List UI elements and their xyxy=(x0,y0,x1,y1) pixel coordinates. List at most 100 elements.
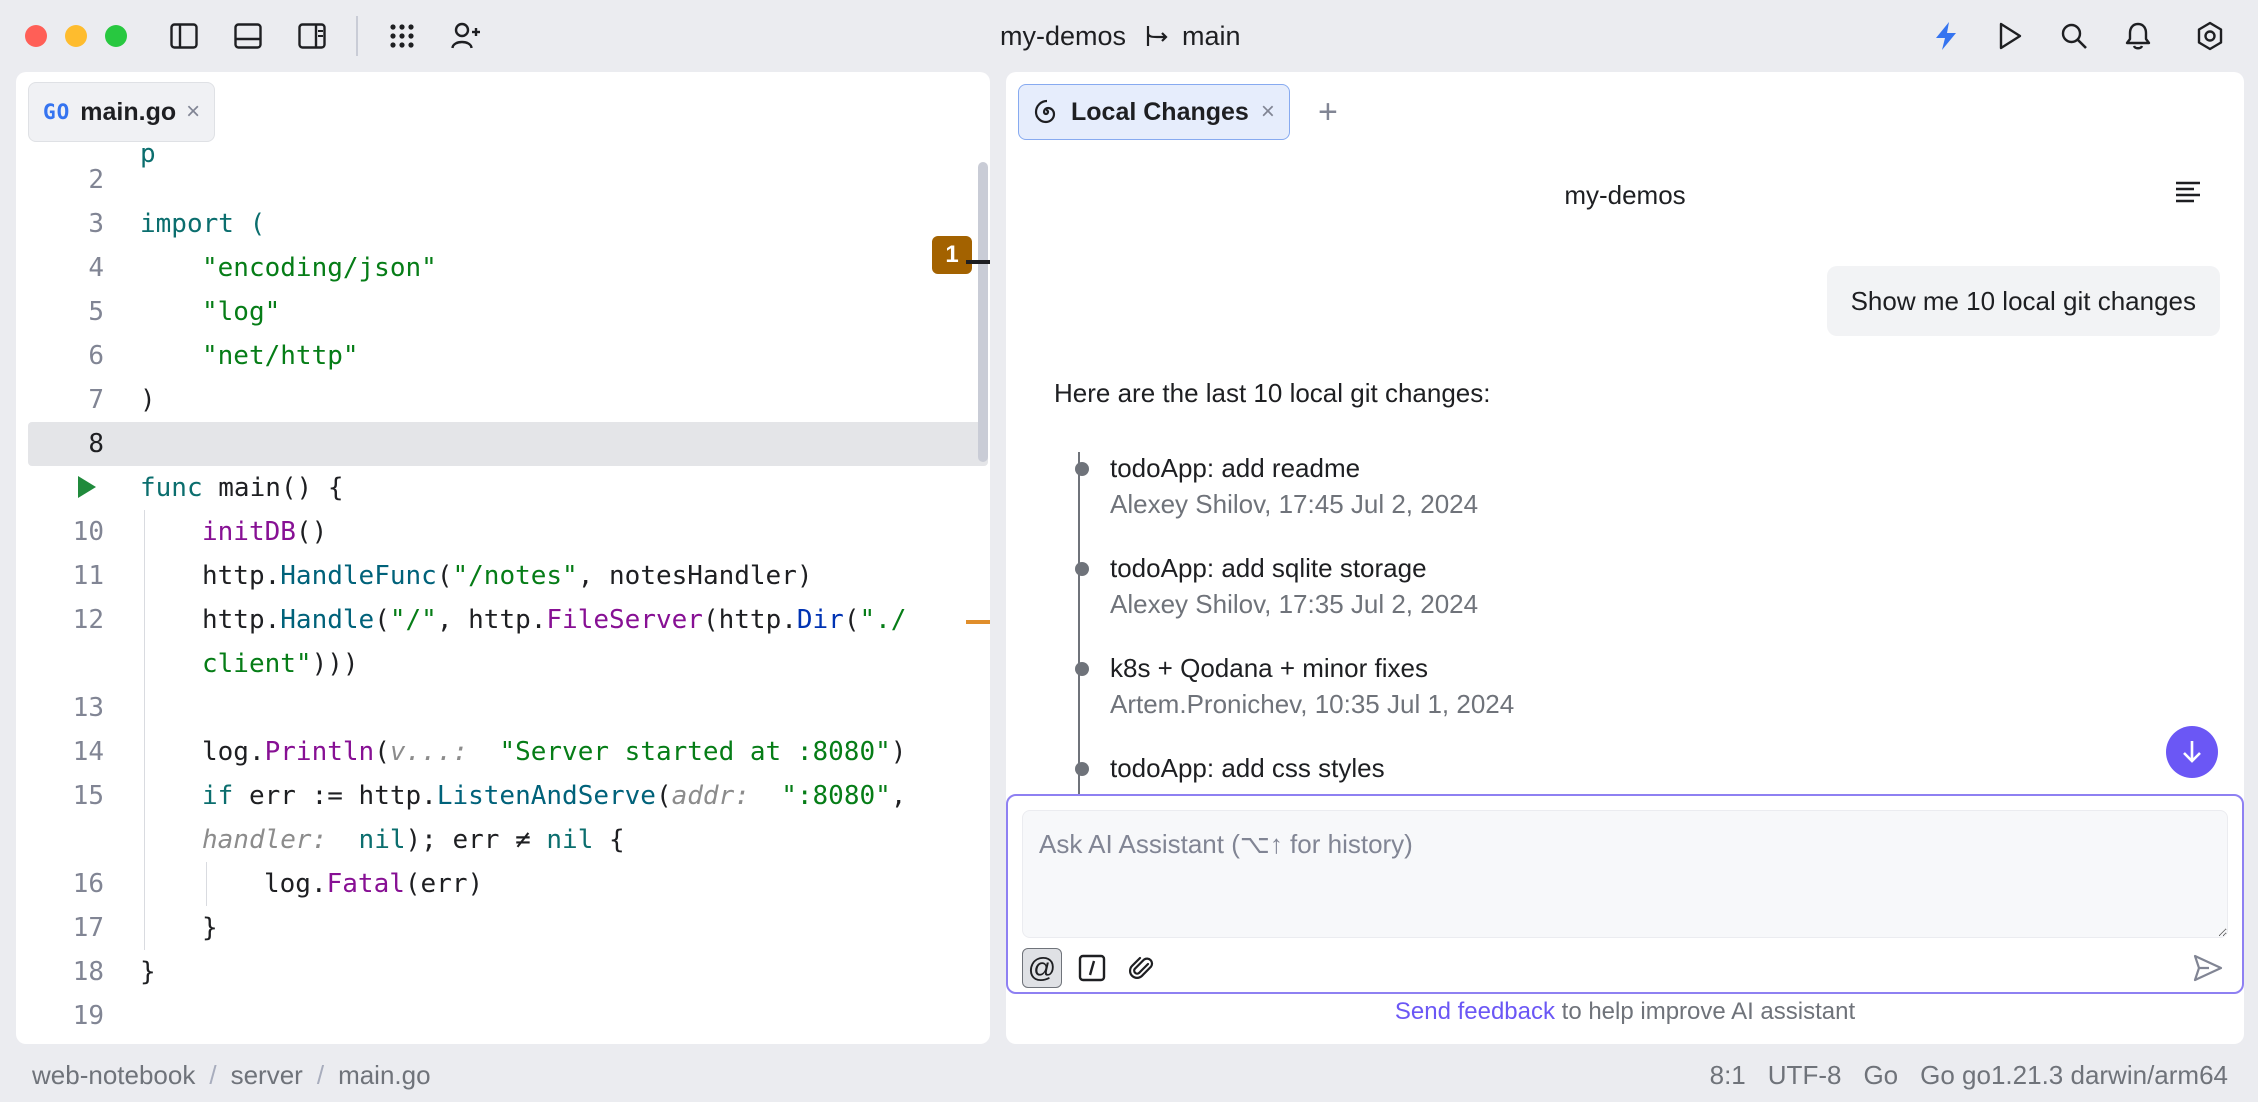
toolbar-separator xyxy=(356,16,358,56)
search-icon[interactable] xyxy=(2056,18,2092,54)
lightning-icon[interactable] xyxy=(1928,18,1964,54)
branch-widget[interactable]: main xyxy=(1144,21,1241,52)
commit-dot xyxy=(1075,762,1089,776)
assistant-reply: Here are the last 10 local git changes: xyxy=(1054,378,1491,408)
code-text: http.Handle("/", http.FileServer(http.Di… xyxy=(202,605,907,635)
caret-position[interactable]: 8:1 xyxy=(1710,1060,1746,1091)
ai-prompt-input[interactable] xyxy=(1023,811,2227,937)
commit-dot xyxy=(1075,562,1089,576)
commit-item[interactable]: todoApp: add css styles xyxy=(1075,750,1385,786)
code-text: initDB() xyxy=(202,517,328,547)
run-gutter-icon[interactable] xyxy=(78,476,96,498)
add-user-icon[interactable] xyxy=(448,18,484,54)
go-file-icon: GO xyxy=(43,100,71,124)
sidebar-left-icon[interactable] xyxy=(166,18,202,54)
status-bar: web-notebook / server / main.go 8:1 UTF-… xyxy=(0,1054,2258,1096)
send-feedback-link[interactable]: Send feedback xyxy=(1395,998,1555,1025)
mention-button[interactable]: @ xyxy=(1022,948,1062,988)
commit-timeline xyxy=(1078,452,1080,852)
commit-item[interactable]: todoApp: add readme Alexey Shilov, 17:45… xyxy=(1075,450,1479,522)
line-number: 2 xyxy=(88,165,104,195)
settings-icon[interactable] xyxy=(2192,18,2228,54)
user-message: Show me 10 local git changes xyxy=(1826,266,2220,336)
editor-tab-label: main.go xyxy=(80,97,177,126)
commit-message: todoApp: add readme xyxy=(1110,453,1361,483)
close-tab-icon[interactable]: × xyxy=(186,98,200,126)
code-text: handler: nil); err ≠ nil { xyxy=(202,825,625,855)
go-sdk-version[interactable]: Go go1.21.3 darwin/arm64 xyxy=(1920,1060,2228,1091)
breadcrumb-item[interactable]: server xyxy=(231,1060,303,1091)
apps-grid-icon[interactable] xyxy=(384,18,420,54)
project-name[interactable]: my-demos xyxy=(1000,21,1126,52)
code-line-wrapped: handler: nil); err ≠ nil { xyxy=(16,818,978,862)
indent-guide xyxy=(206,862,207,906)
commit-meta: Artem.Pronichev, 10:35 Jul 1, 2024 xyxy=(1110,689,1515,719)
tab-label: Local Changes xyxy=(1071,97,1249,126)
line-number: 14 xyxy=(72,737,104,767)
close-window-button[interactable] xyxy=(25,25,47,47)
paperclip-icon xyxy=(1129,956,1154,979)
run-icon[interactable] xyxy=(1992,18,2028,54)
code-line: 16 log.Fatal(err) xyxy=(16,862,978,906)
commit-dot xyxy=(1075,462,1089,476)
tab-local-changes[interactable]: Local Changes × xyxy=(1018,84,1290,140)
title-bar: my-demos main xyxy=(0,0,2258,72)
line-number: 8 xyxy=(88,429,104,459)
editor-panel: GO main.go × p 2 3 import ( 4 "encoding/… xyxy=(16,72,990,1044)
chat-menu-icon[interactable] xyxy=(2174,180,2202,209)
commit-item[interactable]: k8s + Qodana + minor fixes Artem.Pronich… xyxy=(1075,650,1515,722)
prompt-box: @ xyxy=(1006,794,2244,994)
close-tab-icon[interactable]: × xyxy=(1261,98,1275,126)
line-number: 12 xyxy=(72,605,104,635)
breadcrumb-item[interactable]: web-notebook xyxy=(32,1060,195,1091)
file-encoding[interactable]: UTF-8 xyxy=(1768,1060,1842,1091)
line-number: 4 xyxy=(88,253,104,283)
attach-button[interactable] xyxy=(1122,948,1162,988)
code-text: if err := http.ListenAndServe(addr: ":80… xyxy=(202,781,907,811)
code-line: 11 http.HandleFunc("/notes", notesHandle… xyxy=(16,554,978,598)
code-text: log.Println(v...: "Server started at :80… xyxy=(202,737,907,767)
add-tab-button[interactable]: + xyxy=(1318,94,1338,130)
bottom-panel-icon[interactable] xyxy=(230,18,266,54)
file-language[interactable]: Go xyxy=(1863,1060,1898,1091)
code-line: 18 } xyxy=(16,950,978,994)
breadcrumb-item[interactable]: main.go xyxy=(338,1060,431,1091)
editor-scrollbar[interactable] xyxy=(978,162,988,462)
bell-icon[interactable] xyxy=(2120,18,2156,54)
code-line: 5 "log" xyxy=(16,290,978,334)
slash-command-icon xyxy=(1078,954,1106,982)
code-area[interactable]: p 2 3 import ( 4 "encoding/json" 5 "log"… xyxy=(16,139,990,1044)
send-button[interactable] xyxy=(2188,948,2228,988)
line-number: 16 xyxy=(72,869,104,899)
breadcrumb: web-notebook / server / main.go xyxy=(32,1060,431,1091)
code-line: func main() { xyxy=(16,466,978,510)
line-number: 18 xyxy=(72,957,104,987)
line-number: 13 xyxy=(72,693,104,723)
code-text: import ( xyxy=(140,209,266,239)
code-line: 10 initDB() xyxy=(16,510,978,554)
slash-command-button[interactable] xyxy=(1072,948,1112,988)
code-text: http.HandleFunc("/notes", notesHandler) xyxy=(202,561,813,591)
problems-badge[interactable]: 1 xyxy=(932,236,972,274)
scroll-to-bottom-button[interactable] xyxy=(2166,726,2218,778)
line-number: 6 xyxy=(88,341,104,371)
ai-spiral-icon xyxy=(1034,99,1056,124)
line-number: 11 xyxy=(72,561,104,591)
line-number: 19 xyxy=(72,1001,104,1031)
sidebar-right-icon[interactable] xyxy=(294,18,330,54)
commit-meta: Alexey Shilov, 17:45 Jul 2, 2024 xyxy=(1110,489,1479,519)
code-line: 6 "net/http" xyxy=(16,334,978,378)
commit-item[interactable]: todoApp: add sqlite storage Alexey Shilo… xyxy=(1075,550,1478,622)
zoom-window-button[interactable] xyxy=(105,25,127,47)
code-text: func main() { xyxy=(140,473,344,503)
code-line: 12 http.Handle("/", http.FileServer(http… xyxy=(16,598,978,642)
arrow-down-icon xyxy=(2183,741,2201,763)
line-number: 15 xyxy=(72,781,104,811)
chat-title: my-demos xyxy=(1564,180,1686,210)
minimize-window-button[interactable] xyxy=(65,25,87,47)
feedback-line: Send feedback to help improve AI assista… xyxy=(1006,998,2244,1026)
code-text: "encoding/json" xyxy=(202,253,437,283)
warning-marker[interactable] xyxy=(966,620,990,624)
send-icon xyxy=(2193,954,2223,982)
current-code-line: 8 xyxy=(28,422,988,466)
